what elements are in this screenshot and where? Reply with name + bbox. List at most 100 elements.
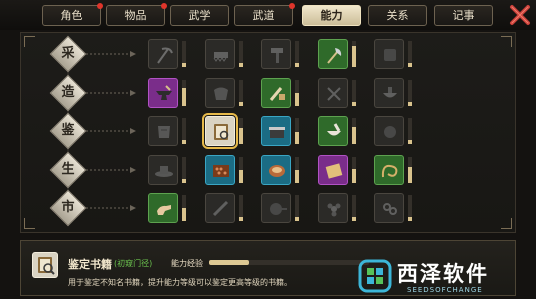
- ability-level-fill: [295, 132, 299, 144]
- ability-level-meter: [239, 157, 243, 183]
- ability-level-meter: [408, 118, 412, 144]
- empty-icon: [384, 49, 396, 61]
- ability-level-fill: [408, 167, 412, 183]
- category-label: 生: [61, 162, 75, 177]
- ability-level-fill: [239, 217, 243, 221]
- watermark-subtitle: SEEDSOFCHANGE: [407, 286, 483, 294]
- ability-slot[interactable]: [261, 78, 291, 108]
- ability-level-meter: [352, 41, 356, 67]
- watermark: 西泽软件 SEEDSOFCHANGE: [357, 258, 532, 296]
- ability-slot[interactable]: [374, 39, 404, 69]
- ability-level-meter: [182, 80, 186, 106]
- ability-level-fill: [295, 170, 299, 183]
- ability-slot[interactable]: [374, 193, 404, 223]
- ability-level-fill: [295, 217, 299, 221]
- row-arrow-icon: [86, 205, 136, 211]
- ability-slot[interactable]: [205, 39, 235, 69]
- book-icon: [214, 124, 229, 140]
- ability-level-meter: [408, 80, 412, 106]
- ability-slot[interactable]: [318, 155, 348, 185]
- exp-bar: [209, 260, 369, 265]
- ability-slot[interactable]: [318, 193, 348, 223]
- hammer-icon: [271, 48, 283, 63]
- ability-level-meter: [352, 157, 356, 183]
- category-label: 鉴: [61, 123, 75, 138]
- chain-icon: [383, 203, 397, 215]
- ability-slot[interactable]: [261, 39, 291, 69]
- scythe-icon: [157, 47, 173, 64]
- exp-bar-fill: [209, 260, 249, 265]
- ability-level-fill: [182, 88, 186, 106]
- category-label: 市: [61, 200, 75, 215]
- ability-level-meter: [239, 195, 243, 221]
- ability-slot[interactable]: [148, 39, 178, 69]
- ability-slot[interactable]: [261, 155, 291, 185]
- ability-level-meter: [352, 80, 356, 106]
- ability-level-fill: [182, 140, 186, 144]
- ability-level-fill: [352, 102, 356, 106]
- ability-level-meter: [182, 195, 186, 221]
- ability-slot[interactable]: [318, 39, 348, 69]
- flower-icon: [327, 203, 341, 217]
- ability-slot[interactable]: [205, 78, 235, 108]
- ability-level-meter: [182, 118, 186, 144]
- ability-level-meter: [408, 41, 412, 67]
- ability-level-fill: [182, 179, 186, 183]
- ability-level-fill: [408, 63, 412, 67]
- ability-slot[interactable]: [205, 155, 235, 185]
- ability-level-meter: [239, 80, 243, 106]
- row-arrow-icon: [86, 128, 136, 134]
- ability-level-fill: [352, 127, 356, 144]
- ability-level-fill: [182, 63, 186, 67]
- basket-icon: [269, 165, 285, 177]
- ability-slot[interactable]: [261, 193, 291, 223]
- ability-level-meter: [239, 41, 243, 67]
- ability-slot[interactable]: [374, 155, 404, 185]
- ability-level-fill: [352, 217, 356, 221]
- whip-icon: [381, 164, 398, 178]
- scroll-icon: [325, 163, 343, 179]
- pan-icon: [270, 203, 287, 215]
- ability-slot[interactable]: [148, 193, 178, 223]
- ability-slot[interactable]: [202, 113, 238, 149]
- pot-icon: [269, 127, 285, 138]
- bead-icon: [384, 126, 396, 138]
- ability-level-meter: [295, 80, 299, 106]
- armor-icon: [158, 126, 170, 138]
- book-icon: [38, 257, 55, 275]
- ability-level-fill: [182, 208, 186, 221]
- ability-level-meter: [295, 195, 299, 221]
- ability-level-meter: [352, 118, 356, 144]
- ability-level-fill: [239, 63, 243, 67]
- anvil-icon: [156, 85, 172, 100]
- ability-level-fill: [239, 102, 243, 106]
- row-arrow-icon: [86, 90, 136, 96]
- skill-description: 用于鉴定不知名书籍，提升能力等级可以鉴定更高等级的书籍。: [68, 278, 292, 287]
- skill-level: (初窥门径): [114, 259, 153, 268]
- category-label: 采: [61, 46, 75, 61]
- ability-slot[interactable]: [148, 155, 178, 185]
- bowl-icon: [383, 87, 397, 98]
- ability-level-meter: [408, 195, 412, 221]
- ability-slot[interactable]: [318, 116, 348, 146]
- ability-slot[interactable]: [261, 116, 291, 146]
- abacus-icon: [213, 165, 229, 177]
- row-arrow-icon: [86, 167, 136, 173]
- ability-slot[interactable]: [148, 78, 178, 108]
- hat-icon: [155, 166, 173, 177]
- ability-level-fill: [408, 140, 412, 144]
- ability-level-meter: [295, 41, 299, 67]
- ability-level-fill: [352, 169, 356, 183]
- ability-level-fill: [239, 128, 243, 144]
- ability-level-meter: [239, 118, 243, 144]
- cloth-icon: [214, 87, 228, 100]
- mortar-icon: [327, 123, 341, 136]
- ability-slot[interactable]: [374, 78, 404, 108]
- watermark-title: 西泽软件: [397, 262, 489, 286]
- exp-label: 能力经验: [171, 259, 203, 268]
- ability-slot[interactable]: [205, 193, 235, 223]
- ability-slot[interactable]: [374, 116, 404, 146]
- saw-icon: [213, 52, 228, 62]
- ability-slot[interactable]: [318, 78, 348, 108]
- ability-slot[interactable]: [148, 116, 178, 146]
